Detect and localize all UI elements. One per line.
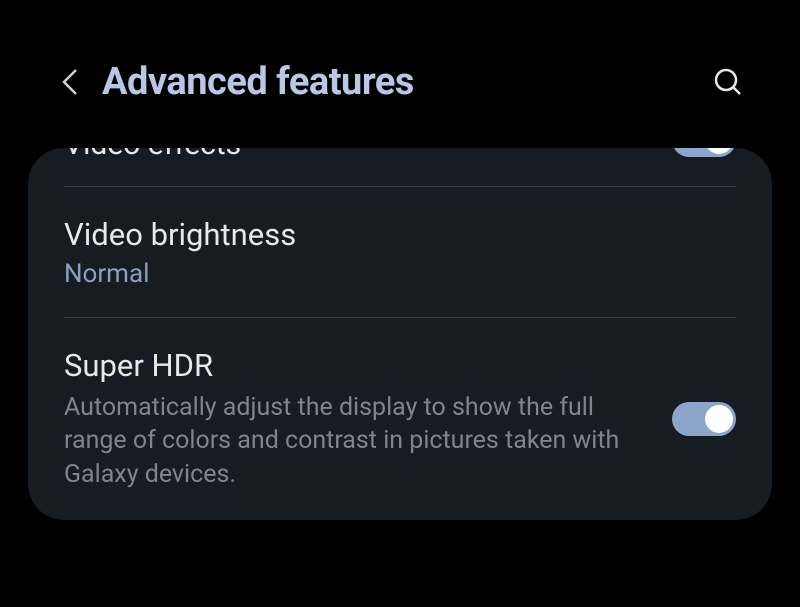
page-header: Advanced features [0,0,800,134]
back-button[interactable] [50,62,90,102]
search-button[interactable] [706,60,750,104]
setting-row-video-effects[interactable]: Video effects [28,148,772,186]
toggle-knob [705,405,733,433]
toggle-knob [705,148,733,154]
setting-label: Video brightness [64,215,736,255]
setting-label: Super HDR [64,346,672,386]
search-icon [713,67,743,97]
page-title: Advanced features [102,60,706,104]
setting-label: Video effects [64,148,241,162]
setting-row-super-hdr[interactable]: Super HDR Automatically adjust the displ… [28,318,772,520]
setting-content: Super HDR Automatically adjust the displ… [64,346,672,492]
setting-value: Normal [64,259,736,289]
toggle-video-effects[interactable] [672,148,736,157]
setting-content: Video brightness Normal [64,215,736,289]
chevron-left-icon [61,67,79,97]
setting-description: Automatically adjust the display to show… [64,391,624,492]
toggle-super-hdr[interactable] [672,402,736,436]
setting-row-video-brightness[interactable]: Video brightness Normal [28,187,772,317]
settings-list: Video effects Video brightness Normal Su… [28,148,772,520]
